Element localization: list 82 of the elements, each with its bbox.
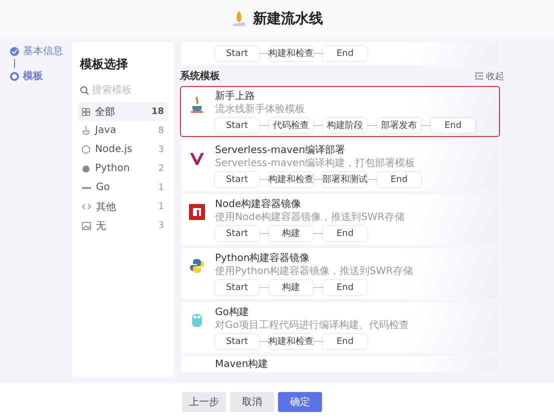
category-count: 8 bbox=[158, 126, 164, 136]
template-card[interactable]: Serverless-maven编译部署 Serverless-maven编译构建，打包部署模板 Start 构建和检查 部署和测试 End bbox=[180, 140, 500, 191]
template-card[interactable]: Python构建容器镜像 使用Python构建容器镜像，推送到SWR存储 Start 构建 End bbox=[180, 248, 500, 299]
category-item[interactable]: Java 8 bbox=[78, 121, 168, 140]
step-label[interactable]: 模板 bbox=[23, 69, 43, 83]
stage-chip: Start bbox=[215, 118, 259, 133]
category-label: 全部 bbox=[95, 106, 116, 118]
stage-chip: End bbox=[323, 46, 367, 61]
template-card[interactable]: 新手上路 流水线新手体验模板 Start 代码检查 构建阶段 部署发布 End bbox=[180, 86, 500, 137]
image-icon bbox=[82, 222, 91, 230]
panel-title: 模板选择 bbox=[80, 56, 129, 73]
template-description: 流水线新手体验模板 bbox=[215, 103, 306, 116]
stage-chip: End bbox=[323, 280, 367, 295]
square-logo-icon bbox=[189, 204, 205, 220]
stage-chip: End bbox=[323, 334, 367, 349]
cup-icon bbox=[82, 126, 90, 135]
category-label: Node.js bbox=[95, 144, 134, 155]
code-icon bbox=[82, 203, 91, 210]
hexagon-icon bbox=[82, 145, 90, 154]
category-label: Python bbox=[95, 163, 131, 174]
stage-chip: End bbox=[377, 172, 421, 187]
stage-chip: Start bbox=[215, 226, 259, 241]
gopher-icon bbox=[191, 312, 203, 328]
category-count: 1 bbox=[158, 182, 164, 192]
stage-chip: 构建 bbox=[269, 226, 313, 241]
category-item[interactable]: Node.js 3 bbox=[78, 140, 168, 159]
confirm-button[interactable]: 确定 bbox=[278, 392, 322, 412]
template-description: 使用Node构建容器镜像，推送到SWR存储 bbox=[215, 211, 406, 224]
template-title: Python构建容器镜像 bbox=[215, 252, 311, 265]
stage-chip: Start bbox=[215, 280, 259, 295]
template-title: Go构建 bbox=[215, 306, 250, 319]
template-description: 使用Python构建容器镜像，推送到SWR存储 bbox=[215, 265, 414, 278]
stage-chip: 部署和测试 bbox=[323, 172, 367, 187]
stage-chip: 部署发布 bbox=[377, 118, 421, 133]
footer-button[interactable]: 上一步 bbox=[182, 392, 226, 412]
template-description: Serverless-maven编译构建，打包部署模板 bbox=[215, 157, 416, 170]
search-icon bbox=[80, 86, 89, 95]
template-title: Serverless-maven编译部署 bbox=[215, 144, 346, 157]
stage-chip: Start bbox=[215, 334, 259, 349]
footer-button[interactable]: 取消 bbox=[230, 392, 274, 412]
category-item[interactable]: Python 2 bbox=[78, 159, 168, 178]
template-title: Node构建容器镜像 bbox=[215, 198, 302, 211]
category-count: 2 bbox=[158, 164, 164, 174]
category-label: Java bbox=[95, 125, 118, 136]
template-title: 新手上路 bbox=[215, 90, 256, 103]
section-title: 系统模板 bbox=[180, 70, 220, 83]
grid-icon bbox=[82, 108, 90, 116]
category-label: 无 bbox=[96, 220, 107, 232]
category-count: 3 bbox=[158, 220, 164, 230]
category-item[interactable]: Go 1 bbox=[78, 178, 168, 197]
stage-chip: 构建 bbox=[269, 280, 313, 295]
stage-chip: 构建和检查 bbox=[269, 334, 313, 349]
template-title: Maven构建 bbox=[215, 358, 270, 371]
template-card[interactable]: Start 构建和检查 End bbox=[180, 42, 500, 65]
stage-chip: End bbox=[323, 226, 367, 241]
category-count: 3 bbox=[158, 144, 164, 154]
category-item[interactable]: 无 3 bbox=[78, 216, 168, 235]
template-card[interactable]: Node构建容器镜像 使用Node构建容器镜像，推送到SWR存储 Start 构建 End bbox=[180, 194, 500, 245]
category-item[interactable]: 其他 1 bbox=[78, 197, 168, 216]
collapse-icon bbox=[475, 72, 483, 80]
snake-logo-icon bbox=[189, 258, 205, 274]
stage-chip: Start bbox=[215, 46, 259, 61]
category-label: 其他 bbox=[96, 200, 117, 214]
search-field[interactable]: 搜索模板 bbox=[92, 85, 162, 96]
stage-chip: 构建阶段 bbox=[323, 118, 367, 133]
v-logo-icon bbox=[189, 150, 205, 166]
template-description: 对Go项目工程代码进行编译构建、代码检查 bbox=[215, 319, 410, 332]
step-label[interactable]: 基本信息 bbox=[23, 44, 63, 58]
coffee-cup-icon bbox=[190, 96, 204, 114]
category-count: 1 bbox=[158, 202, 164, 212]
template-card[interactable]: Maven构建 bbox=[180, 356, 500, 372]
category-item[interactable]: 全部 18 bbox=[78, 102, 168, 121]
window-title: 新建流水线 bbox=[253, 10, 323, 28]
stage-chip: Start bbox=[215, 172, 259, 187]
stage-chip: 构建和检查 bbox=[269, 46, 313, 61]
stage-chip: 代码检查 bbox=[269, 118, 313, 133]
stage-chip: End bbox=[431, 118, 475, 133]
stage-chip: 构建和检查 bbox=[269, 172, 313, 187]
category-label: Go bbox=[96, 182, 111, 193]
category-count: 18 bbox=[151, 106, 164, 116]
template-card[interactable]: Go构建 对Go项目工程代码进行编译构建、代码检查 Start 构建和检查 End bbox=[180, 302, 500, 353]
collapse-link[interactable]: 收起 bbox=[475, 70, 504, 82]
